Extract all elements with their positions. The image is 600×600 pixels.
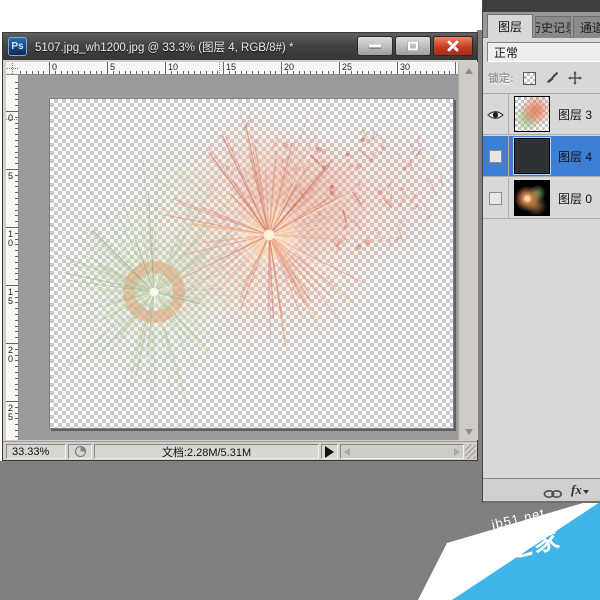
restore-icon <box>408 42 418 51</box>
layer-thumbnail[interactable] <box>514 180 550 216</box>
canvas[interactable] <box>49 98 454 429</box>
horizontal-scrollbar[interactable] <box>340 444 464 459</box>
document-window: Ps 5107.jpg_wh1200.jpg @ 33.3% (图层 4, RG… <box>2 32 478 461</box>
timing-button[interactable] <box>68 444 92 459</box>
scroll-right-icon[interactable] <box>454 448 460 456</box>
ruler-origin-box[interactable] <box>6 62 20 75</box>
layer-effects-button[interactable]: fx <box>571 482 589 498</box>
cursor-position-marker <box>219 62 220 75</box>
window-resize-grip[interactable] <box>465 444 476 459</box>
scroll-down-button[interactable] <box>461 424 477 439</box>
tab-channels[interactable]: 通道 <box>573 16 600 38</box>
blend-mode-select[interactable]: 正常 <box>487 42 600 62</box>
close-button[interactable] <box>433 36 473 56</box>
lock-transparency-button[interactable] <box>523 72 536 85</box>
layer-row-0[interactable]: 图层 0 <box>483 178 600 219</box>
lock-pixels-button[interactable] <box>545 71 559 85</box>
scroll-up-button[interactable] <box>461 63 477 78</box>
lock-label: 锁定: <box>488 70 514 86</box>
layer-thumbnail[interactable] <box>514 96 550 132</box>
status-bar: 33.33% 文档:2.28M/5.31M <box>3 441 477 460</box>
timer-icon <box>75 446 86 457</box>
screen: jb51.net 脚本之家 Ps 5107.jpg_wh1200.jpg @ 3… <box>0 0 600 600</box>
minimize-button[interactable] <box>357 36 393 56</box>
link-icon <box>543 489 563 499</box>
document-size-field[interactable]: 文档:2.28M/5.31M <box>94 444 319 459</box>
lock-row: 锁定: <box>483 64 600 92</box>
fireworks-image <box>50 99 455 430</box>
link-layers-button[interactable] <box>543 486 563 503</box>
photoshop-app-icon: Ps <box>8 37 27 56</box>
titlebar[interactable]: Ps 5107.jpg_wh1200.jpg @ 33.3% (图层 4, RG… <box>3 33 477 60</box>
layer-row-3[interactable]: 图层 3 <box>483 94 600 135</box>
horizontal-ruler[interactable]: 05101520253035 <box>19 62 458 75</box>
move-lock-icon <box>568 71 582 85</box>
status-flyout-button[interactable] <box>321 444 338 459</box>
lock-position-button[interactable] <box>568 71 582 85</box>
vertical-scrollbar[interactable] <box>458 62 478 440</box>
arrow-down-icon <box>465 429 473 435</box>
eye-icon <box>487 109 504 121</box>
panel-footer: fx <box>483 478 600 501</box>
checker-lock-icon <box>523 72 536 85</box>
eye-off-box <box>489 150 502 163</box>
fx-icon: fx <box>571 482 582 497</box>
layer-name[interactable]: 图层 0 <box>558 178 592 219</box>
layer-thumbnail[interactable] <box>514 138 550 174</box>
workspace[interactable] <box>19 75 458 440</box>
visibility-toggle[interactable] <box>483 136 509 177</box>
layers-panel: 图层 历史记录 通道 正常 锁定: <box>482 0 600 503</box>
panel-tab-row: 图层 历史记录 通道 <box>483 12 600 38</box>
visibility-toggle[interactable] <box>483 178 509 219</box>
panel-header-strip <box>483 0 600 12</box>
visibility-toggle[interactable] <box>483 94 509 135</box>
tab-history[interactable]: 历史记录 <box>535 16 571 38</box>
arrow-up-icon <box>465 68 473 74</box>
layer-row-4-selected[interactable]: 图层 4 <box>483 136 600 177</box>
zoom-level-field[interactable]: 33.33% <box>6 444 66 459</box>
minimize-icon <box>369 45 381 48</box>
eye-off-box <box>489 192 502 205</box>
flyout-arrow-icon <box>325 446 334 458</box>
scroll-left-icon[interactable] <box>344 448 350 456</box>
tab-layers[interactable]: 图层 <box>487 14 533 38</box>
layer-name[interactable]: 图层 3 <box>558 94 592 135</box>
brush-lock-icon <box>545 71 559 85</box>
window-title: 5107.jpg_wh1200.jpg @ 33.3% (图层 4, RGB/8… <box>35 39 293 55</box>
layer-name[interactable]: 图层 4 <box>558 136 592 177</box>
vertical-ruler[interactable]: 0510152025 <box>6 75 19 440</box>
restore-button[interactable] <box>395 36 431 56</box>
